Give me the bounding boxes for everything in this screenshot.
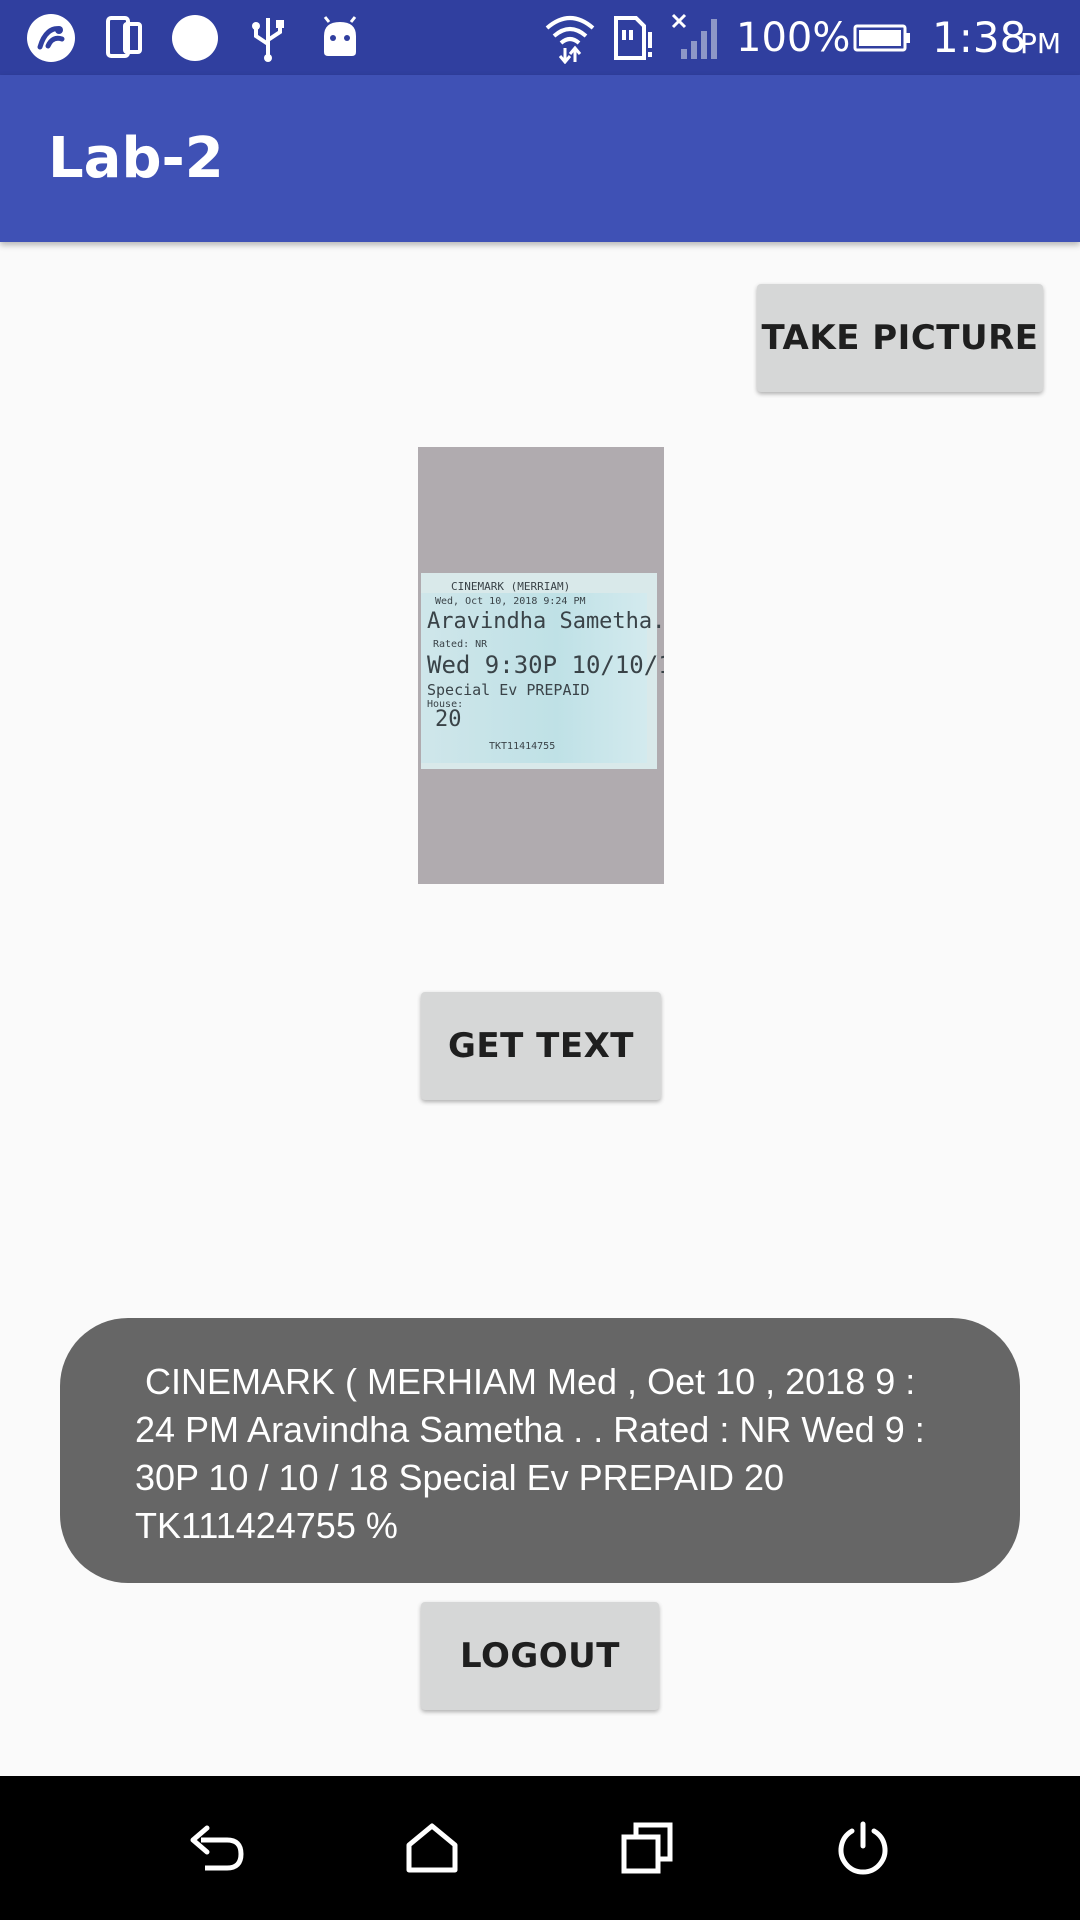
recents-icon[interactable] (587, 1776, 707, 1920)
navigation-bar (0, 1776, 1080, 1920)
ticket-photo: CINEMARK (MERRIAM) Wed, Oct 10, 2018 9:2… (418, 447, 664, 884)
wifi-icon (542, 0, 598, 75)
status-bar: 100% 1:38 PM (0, 0, 1080, 75)
ticket-line: Wed 9:30P 10/10/18 (427, 651, 664, 679)
phone-icon (102, 0, 146, 75)
back-icon[interactable] (157, 1776, 277, 1920)
circle-icon (170, 0, 220, 75)
ticket-line: 20 (435, 707, 462, 732)
power-icon[interactable] (803, 1776, 923, 1920)
ticket-line: Special Ev PREPAID (427, 681, 590, 699)
toast-text: CINEMARK ( MERHIAM Med , Oet 10 , 2018 9… (135, 1361, 935, 1546)
logout-button[interactable]: LOGOUT (421, 1602, 659, 1710)
clock-ampm: PM (1020, 27, 1062, 60)
ticket-line: TKT11414755 (489, 741, 556, 752)
app-title: Lab-2 (48, 126, 224, 191)
ticket-line: Wed, Oct 10, 2018 9:24 PM (435, 596, 586, 607)
battery-percent: 100% (736, 14, 851, 61)
android-icon (318, 0, 362, 75)
usb-icon (246, 0, 290, 75)
signal-off-icon (670, 0, 722, 75)
clock-time: 1:38 (932, 13, 1027, 62)
app-bar: Lab-2 (0, 75, 1080, 242)
app-notification-icon (24, 0, 78, 75)
home-icon[interactable] (372, 1776, 492, 1920)
take-picture-button[interactable]: TAKE PICTURE (757, 284, 1043, 392)
sd-card-alert-icon (610, 0, 656, 75)
ticket-image: CINEMARK (MERRIAM) Wed, Oct 10, 2018 9:2… (421, 573, 664, 769)
ticket-line: Aravindha Sametha.. (427, 609, 664, 634)
toast-message: CINEMARK ( MERHIAM Med , Oet 10 , 2018 9… (60, 1318, 1020, 1583)
ticket-line: Rated: NR (433, 639, 488, 650)
get-text-button[interactable]: GET TEXT (421, 992, 661, 1100)
ticket-line: CINEMARK (MERRIAM) (451, 580, 571, 593)
battery-icon (852, 0, 912, 75)
